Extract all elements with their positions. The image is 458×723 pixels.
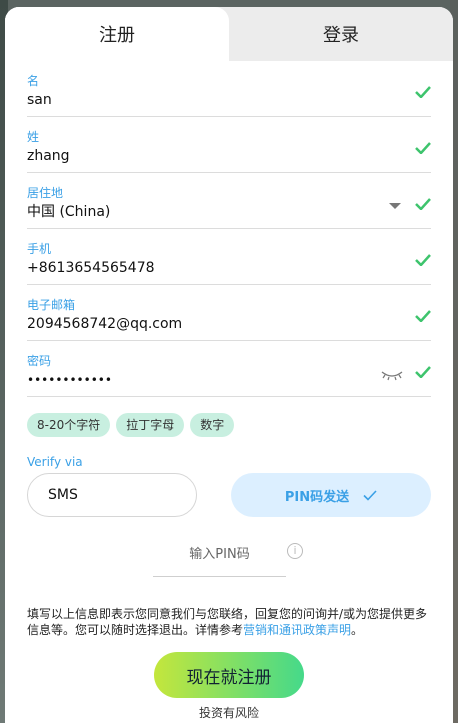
- chevron-down-icon[interactable]: [389, 203, 401, 209]
- consent-text: 填写以上信息即表示您同意我们与您联络，回复您的问询并/或为您提供更多信息等。您可…: [27, 607, 428, 637]
- send-pin-label: PIN码发送: [284, 489, 350, 505]
- first-name-value[interactable]: san: [27, 90, 431, 110]
- tab-register[interactable]: 注册: [5, 7, 229, 61]
- verify-method-select[interactable]: SMS: [27, 473, 197, 517]
- policy-link[interactable]: 营销和通讯政策声明: [243, 623, 351, 637]
- phone-label: 手机: [27, 242, 52, 256]
- residence-label: 居住地: [27, 186, 64, 200]
- check-icon: [415, 254, 431, 266]
- check-icon: [415, 198, 431, 210]
- password-label: 密码: [27, 354, 52, 368]
- registration-card: 注册 登录 名 san 姓 zhang 居住地 中国 (China) 手机 +8…: [5, 7, 453, 723]
- register-now-button[interactable]: 现在就注册: [154, 652, 304, 698]
- check-icon: [363, 489, 377, 501]
- password-value[interactable]: ••••••••••••: [27, 370, 431, 390]
- password-rules: 8-20个字符 拉丁字母 数字: [27, 413, 431, 437]
- tab-bar: 注册 登录: [5, 7, 453, 61]
- email-label: 电子邮箱: [27, 298, 76, 312]
- last-name-field[interactable]: 姓 zhang: [27, 117, 431, 173]
- verify-row: SMS PIN码发送: [27, 473, 431, 517]
- consent-notice: 填写以上信息即表示您同意我们与您联络，回复您的问询并/或为您提供更多信息等。您可…: [27, 606, 431, 638]
- rule-chip-letters: 拉丁字母: [116, 413, 185, 437]
- info-icon[interactable]: i: [287, 543, 303, 559]
- rule-chip-length: 8-20个字符: [27, 413, 111, 437]
- check-icon: [415, 366, 431, 378]
- eye-closed-icon[interactable]: [380, 368, 404, 382]
- check-icon: [415, 310, 431, 322]
- first-name-label: 名: [27, 74, 40, 88]
- residence-field[interactable]: 居住地 中国 (China): [27, 173, 431, 229]
- risk-warning: 投资有风险: [198, 706, 259, 720]
- phone-value[interactable]: +8613654565478: [27, 258, 431, 278]
- residence-value[interactable]: 中国 (China): [27, 202, 431, 222]
- last-name-value[interactable]: zhang: [27, 146, 431, 166]
- pin-field: 输入PIN码 i: [27, 543, 431, 579]
- check-icon: [415, 142, 431, 154]
- email-field[interactable]: 电子邮箱 2094568742@qq.com: [27, 285, 431, 341]
- verify-via-label: Verify via: [27, 455, 83, 469]
- consent-end: 。: [351, 623, 364, 637]
- email-value[interactable]: 2094568742@qq.com: [27, 314, 431, 334]
- tab-login[interactable]: 登录: [229, 7, 453, 61]
- last-name-label: 姓: [27, 130, 40, 144]
- check-icon: [415, 86, 431, 98]
- password-field[interactable]: 密码 ••••••••••••: [27, 341, 431, 397]
- phone-field[interactable]: 手机 +8613654565478: [27, 229, 431, 285]
- rule-chip-digits: 数字: [190, 413, 235, 437]
- registration-form: 名 san 姓 zhang 居住地 中国 (China) 手机 +8613654…: [5, 61, 453, 721]
- first-name-field[interactable]: 名 san: [27, 61, 431, 117]
- pin-input[interactable]: 输入PIN码: [153, 543, 286, 577]
- send-pin-button[interactable]: PIN码发送: [231, 473, 431, 517]
